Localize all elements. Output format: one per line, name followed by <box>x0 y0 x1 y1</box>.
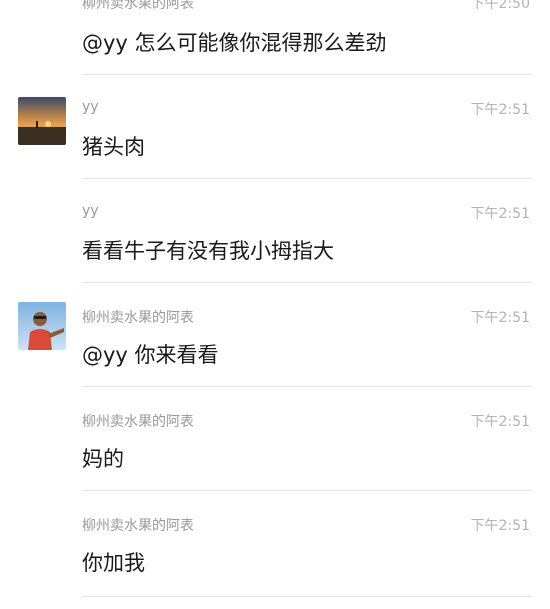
avatar[interactable] <box>18 97 66 145</box>
message-time: 下午2:51 <box>470 310 530 326</box>
sender-name[interactable]: 柳州卖水果的阿表 <box>82 411 194 431</box>
message-text: @yy 你来看看 <box>82 343 219 367</box>
chat-message: 柳州卖水果的阿表 下午2:51 @yy 你来看看 <box>0 283 550 387</box>
message-time: 下午2:51 <box>470 518 530 534</box>
avatar[interactable] <box>18 302 66 350</box>
sender-name[interactable]: yy <box>82 99 99 115</box>
chat-message-list: 柳州卖水果的阿表 下午2:50 @yy 怎么可能像你混得那么差劲 yy 下午2:… <box>0 0 550 609</box>
chat-message: 柳州卖水果的阿表 下午2:50 @yy 怎么可能像你混得那么差劲 <box>0 0 550 75</box>
message-text: 看看牛子有没有我小拇指大 <box>82 239 334 263</box>
message-time: 下午2:51 <box>470 102 530 118</box>
message-text: @yy 怎么可能像你混得那么差劲 <box>82 31 387 55</box>
message-text: 你加我 <box>82 551 145 575</box>
sunset-landscape-avatar-icon <box>18 97 66 145</box>
chat-message: yy 下午2:51 猪头肉 <box>0 75 550 179</box>
person-pointing-avatar-icon <box>18 302 66 350</box>
message-text: 妈的 <box>82 447 124 471</box>
sender-name[interactable]: 柳州卖水果的阿表 <box>82 0 194 13</box>
message-time: 下午2:50 <box>470 0 530 12</box>
message-time: 下午2:51 <box>470 206 530 222</box>
sender-name[interactable]: yy <box>82 203 99 219</box>
message-divider <box>82 596 532 597</box>
sender-name[interactable]: 柳州卖水果的阿表 <box>82 307 194 327</box>
message-time: 下午2:51 <box>470 414 530 430</box>
chat-message: 柳州卖水果的阿表 下午2:51 妈的 <box>0 387 550 491</box>
chat-message: 柳州卖水果的阿表 下午2:51 你加我 <box>0 491 550 609</box>
message-text: 猪头肉 <box>82 135 145 159</box>
chat-message: yy 下午2:51 看看牛子有没有我小拇指大 <box>0 179 550 283</box>
sender-name[interactable]: 柳州卖水果的阿表 <box>82 515 194 535</box>
